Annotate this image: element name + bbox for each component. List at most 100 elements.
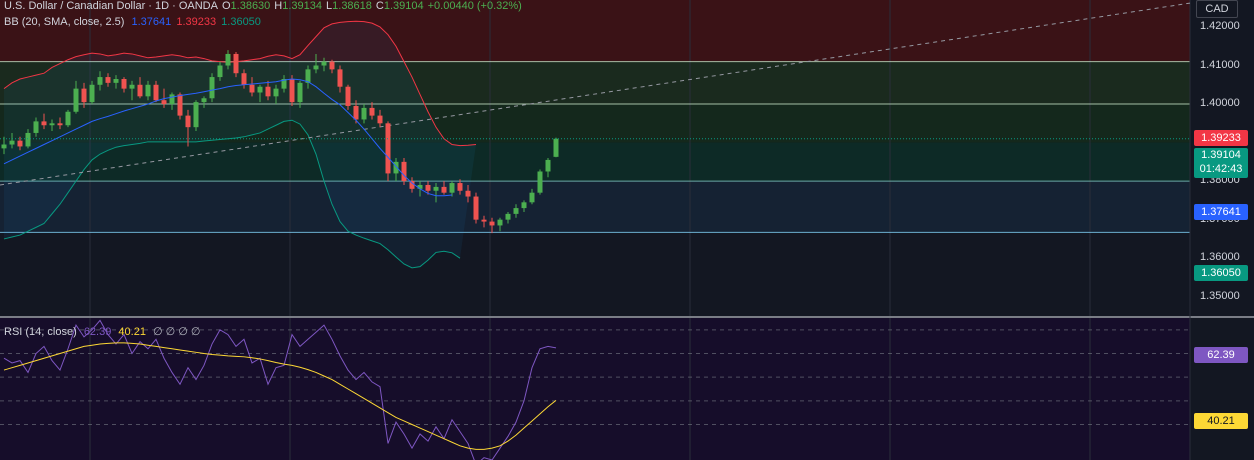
candle-body (497, 219, 503, 226)
candle-body (401, 161, 407, 182)
price-axis-tick: 1.35000 (1200, 289, 1240, 302)
candle-body (345, 86, 351, 106)
candle-body (377, 115, 383, 124)
bb-basis-value: 1.37641 (131, 16, 172, 28)
candle-body (297, 82, 303, 103)
candle-body (73, 88, 79, 112)
price-axis-tick: 1.40000 (1200, 97, 1240, 110)
candle-body (9, 140, 15, 145)
candle-body (521, 202, 527, 209)
candle-body (209, 77, 215, 99)
candle-body (329, 61, 335, 70)
candle-body (465, 190, 471, 197)
basis-price-label: 1.37641 (1194, 204, 1248, 220)
candle-body (353, 105, 359, 120)
countdown-value: 01:42:43 (1199, 163, 1243, 175)
lower-band-price-label: 1.36050 (1194, 265, 1248, 281)
high-value: 1.39134 (282, 0, 323, 12)
candle-body (193, 102, 199, 128)
candle-body (1, 144, 7, 149)
candle-body (49, 123, 55, 126)
candle-body (129, 84, 135, 89)
candle-body (409, 181, 415, 189)
candle-body (505, 213, 511, 220)
rsi-ma-value: 40.21 (118, 326, 146, 338)
price-axis-tick: 1.36000 (1200, 251, 1240, 264)
change-value: +0.00440 (+0.32%) (427, 0, 522, 12)
symbol-title[interactable]: U.S. Dollar / Canadian Dollar · 1D · OAN… (4, 0, 218, 12)
candle-body (105, 77, 111, 83)
candle-body (457, 183, 463, 191)
price-axis-tick: 1.41000 (1200, 58, 1240, 71)
low-value: 1.38618 (332, 0, 372, 12)
candle-body (185, 115, 191, 128)
bb-legend[interactable]: BB (20, SMA, close, 2.5) 1.37641 1.39233… (4, 16, 265, 28)
candle-body (233, 53, 239, 74)
candle-body (393, 161, 399, 174)
candle-body (17, 140, 23, 147)
candle-body (97, 77, 103, 85)
currency-button[interactable]: CAD (1196, 0, 1238, 18)
candle-body (89, 84, 95, 103)
candle-body (545, 159, 551, 172)
last-price-label: 1.39104 01:42:43 (1194, 148, 1248, 178)
candle-body (177, 94, 183, 116)
candle-body (41, 121, 47, 126)
candle-body (337, 69, 343, 87)
candle-body (441, 186, 447, 193)
candle-body (161, 100, 167, 105)
zone-band (0, 142, 1190, 182)
candle-body (33, 121, 39, 133)
candle-body (265, 86, 271, 97)
candle-body (81, 88, 87, 103)
candle-body (113, 79, 119, 83)
candle-body (249, 84, 255, 93)
upper-band-price-label: 1.39233 (1194, 130, 1248, 146)
symbol-legend: U.S. Dollar / Canadian Dollar · 1D · OAN… (4, 0, 526, 12)
candle-body (449, 183, 455, 193)
candle-body (201, 98, 207, 103)
rsi-pane-background (0, 318, 1190, 460)
bb-upper-value: 1.39233 (176, 16, 217, 28)
candle-body (425, 184, 431, 191)
candle-body (65, 111, 71, 126)
candle-body (137, 84, 143, 97)
candle-body (385, 123, 391, 174)
candle-body (361, 107, 367, 120)
rsi-price-label: 62.39 (1194, 347, 1248, 363)
price-axis-tick: 1.42000 (1200, 19, 1240, 32)
candle-body (241, 73, 247, 85)
candle-body (489, 221, 495, 226)
close-label: C (375, 0, 384, 12)
rsi-name: RSI (14, close) (4, 326, 77, 338)
rsi-value: 62.39 (83, 326, 112, 338)
candle-body (537, 171, 543, 193)
candle-body (25, 132, 31, 147)
candle-body (289, 79, 295, 103)
last-price-value: 1.39104 (1201, 149, 1241, 161)
candle-body (121, 79, 127, 89)
open-value: 1.38630 (230, 0, 271, 12)
candle-body (553, 138, 559, 157)
rsi-ma-price-label: 40.21 (1194, 413, 1248, 429)
candle-body (169, 94, 175, 105)
bb-lower-value: 1.36050 (221, 16, 261, 28)
candle-body (513, 208, 519, 214)
candle-body (273, 88, 279, 97)
candle-body (529, 192, 535, 203)
candle-body (225, 53, 231, 66)
candle-body (473, 196, 479, 220)
candle-body (481, 219, 487, 222)
chart-canvas[interactable] (0, 0, 1254, 460)
candle-body (257, 86, 263, 93)
rsi-legend[interactable]: RSI (14, close) 62.39 40.21 ∅ ∅ ∅ ∅ (4, 325, 205, 338)
rsi-extra: ∅ ∅ ∅ ∅ (153, 326, 201, 338)
bb-name: BB (20, SMA, close, 2.5) (4, 16, 125, 28)
candle-body (321, 61, 327, 66)
close-value: 1.39104 (383, 0, 424, 12)
candle-body (369, 107, 375, 116)
candle-body (57, 123, 63, 126)
candle-body (217, 65, 223, 78)
open-label: O (221, 0, 231, 12)
candle-body (153, 84, 159, 101)
